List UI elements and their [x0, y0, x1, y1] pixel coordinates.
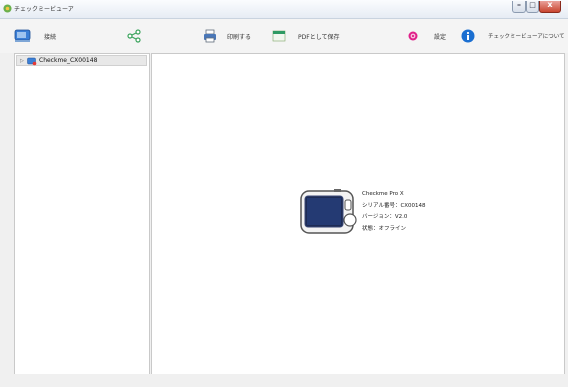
- connect-label: 接続: [44, 33, 57, 41]
- app-icon: [3, 4, 12, 13]
- close-icon: x: [547, 0, 553, 9]
- device-version: バージョン：V2.0: [362, 214, 408, 220]
- device-node-icon: [27, 57, 37, 66]
- about-button[interactable]: チェックミービューアについて: [461, 27, 565, 45]
- print-label: 印刷する: [227, 33, 252, 41]
- tree-item-device[interactable]: ▷ Checkme_CX00148: [16, 55, 147, 66]
- pdf-icon: [272, 30, 286, 42]
- device-icon: [14, 29, 31, 42]
- minimize-button[interactable]: –: [512, 0, 526, 13]
- status-bar: [0, 374, 568, 387]
- title-bar: チェックミービューア – □ x: [0, 0, 568, 19]
- minimize-icon: –: [517, 0, 521, 9]
- device-serial: シリアル番号：CX00148: [362, 202, 426, 209]
- maximize-button[interactable]: □: [526, 1, 539, 13]
- maximize-icon: □: [529, 1, 536, 9]
- device-model: Checkme Pro X: [362, 191, 404, 197]
- save-pdf-label: PDFとして保存: [298, 33, 340, 41]
- expand-arrow-icon[interactable]: ▷: [20, 58, 24, 64]
- checkme-device-image: [300, 189, 357, 234]
- toolbar: 接続 印刷する PDFとして保存 設定 チェックミービューアについて: [0, 19, 568, 53]
- tree-item-label: Checkme_CX00148: [39, 57, 98, 64]
- save-pdf-button[interactable]: PDFとして保存: [272, 27, 340, 45]
- main-panel: Checkme Pro X シリアル番号：CX00148 バージョン：V2.0 …: [151, 53, 565, 375]
- close-button[interactable]: x: [539, 0, 561, 13]
- device-info: Checkme Pro X シリアル番号：CX00148 バージョン：V2.0 …: [362, 189, 426, 235]
- settings-button[interactable]: 設定: [408, 27, 446, 45]
- about-label: チェックミービューアについて: [488, 34, 565, 40]
- settings-icon: [408, 31, 418, 41]
- info-icon: [461, 29, 475, 43]
- share-icon: [127, 29, 141, 43]
- device-status: 状態：オフライン: [362, 225, 407, 232]
- share-button[interactable]: [127, 27, 141, 45]
- device-tree-panel: ▷ Checkme_CX00148: [14, 53, 150, 375]
- window-title: チェックミービューア: [14, 6, 74, 13]
- connect-button[interactable]: 接続: [14, 27, 56, 45]
- settings-label: 設定: [434, 33, 447, 41]
- print-button[interactable]: 印刷する: [203, 27, 251, 45]
- printer-icon: [204, 29, 216, 43]
